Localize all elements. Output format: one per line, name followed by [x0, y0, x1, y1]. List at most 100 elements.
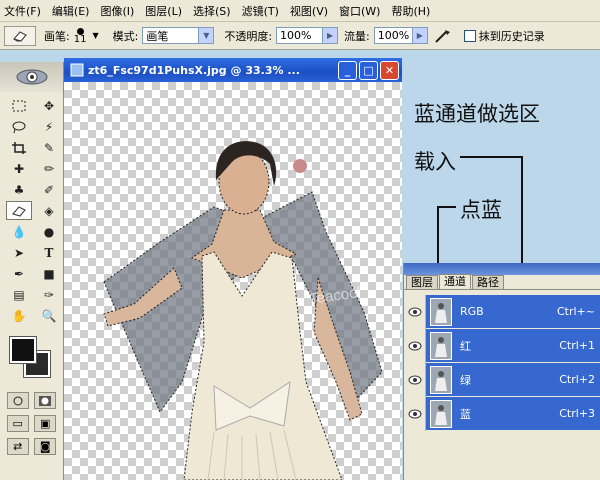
tool-preset-picker[interactable] — [4, 25, 36, 46]
magic-wand-tool-icon[interactable]: ⚡ — [36, 117, 62, 136]
options-bar: 画笔: 11 ▼ 模式: 画笔 ▼ 不透明度: 100% ▶ 流量: 100% … — [0, 22, 600, 50]
channel-name: 绿 — [460, 373, 471, 387]
mode-label: 模式: — [112, 29, 139, 43]
annotation-line-2: 载入 — [414, 150, 456, 174]
annotation-line-3: 点蓝 — [460, 198, 502, 222]
quick-mask-mode-button[interactable] — [34, 392, 57, 409]
marquee-tool-icon[interactable] — [6, 96, 32, 115]
airbrush-button[interactable] — [432, 26, 454, 46]
blur-tool-icon[interactable]: 💧 — [6, 222, 32, 241]
flow-label: 流量: — [344, 29, 370, 43]
eyedropper-tool-icon[interactable]: ✑ — [36, 285, 62, 304]
jump-to-imageready-button[interactable]: ⇄ — [6, 438, 29, 455]
maximize-button[interactable]: □ — [359, 60, 378, 80]
menu-image[interactable]: 图像(I) — [100, 3, 134, 19]
brush-size-preview[interactable]: 11 — [73, 27, 87, 45]
paint-bucket-tool-icon[interactable]: ◈ — [36, 201, 62, 220]
menu-view[interactable]: 视图(V) — [290, 3, 328, 19]
type-tool-icon[interactable]: T — [36, 243, 62, 262]
flow-field[interactable]: 100% ▶ — [373, 27, 428, 44]
channel-thumbnail — [430, 365, 452, 394]
screen-mode-full-button[interactable]: ◙ — [34, 438, 57, 455]
foreground-color-swatch[interactable] — [9, 336, 37, 364]
zoom-tool-icon[interactable]: 🔍 — [36, 306, 62, 325]
menu-select[interactable]: 选择(S) — [193, 3, 231, 19]
screen-mode-standard-button[interactable]: ▭ — [6, 415, 29, 432]
menu-window[interactable]: 窗口(W) — [339, 3, 380, 19]
channel-name: RGB — [460, 305, 484, 318]
erase-to-history-checkbox[interactable] — [463, 29, 476, 42]
menu-help[interactable]: 帮助(H) — [391, 3, 430, 19]
channel-thumbnail — [430, 297, 452, 326]
panel-tabs: 图层 通道 路径 — [404, 274, 600, 290]
mode-select[interactable]: 画笔 ▼ — [142, 27, 215, 44]
move-tool-icon[interactable]: ✥ — [36, 96, 62, 115]
menu-bar: 文件(F) 编辑(E) 图像(I) 图层(L) 选择(S) 滤镜(T) 视图(V… — [0, 0, 600, 22]
tab-channels[interactable]: 通道 — [439, 274, 471, 289]
channel-shortcut: Ctrl+3 — [559, 407, 595, 420]
document-title-bar[interactable]: zt6_Fsc97d1PuhsX.jpg @ 33.3% ... _ □ ✕ — [64, 58, 402, 82]
brush-dropdown-icon[interactable]: ▼ — [92, 31, 98, 40]
channel-thumbnail — [430, 331, 452, 360]
visibility-eye-icon[interactable] — [404, 295, 426, 329]
document-window: zt6_Fsc97d1PuhsX.jpg @ 33.3% ... _ □ ✕ T… — [64, 58, 402, 480]
menu-file[interactable]: 文件(F) — [4, 3, 41, 19]
notes-tool-icon[interactable]: ▤ — [6, 285, 32, 304]
photoshop-eye-icon — [16, 69, 47, 85]
close-button[interactable]: ✕ — [380, 60, 399, 80]
erase-to-history-label: 抹到历史记录 — [478, 29, 545, 43]
shape-tool-icon[interactable]: ■ — [36, 264, 62, 283]
visibility-eye-icon[interactable] — [404, 363, 426, 397]
standard-mode-button[interactable] — [6, 392, 29, 409]
pen-tool-icon[interactable]: ✒ — [6, 264, 32, 283]
menu-layer[interactable]: 图层(L) — [145, 3, 182, 19]
healing-brush-tool-icon[interactable]: ✚ — [6, 159, 32, 178]
menu-filter[interactable]: 滤镜(T) — [242, 3, 279, 19]
brush-label: 画笔: — [44, 29, 70, 43]
close-icon: ✕ — [384, 63, 395, 77]
visibility-eye-icon[interactable] — [404, 397, 426, 431]
tab-paths[interactable]: 路径 — [472, 275, 504, 289]
document-icon — [70, 63, 84, 77]
hand-tool-icon[interactable]: ✋ — [6, 306, 32, 325]
maximize-icon: □ — [363, 63, 374, 77]
visibility-eye-icon[interactable] — [404, 329, 426, 363]
channels-panel: 图层 通道 路径 RGB Ctrl+~ 红 Ctrl+1 绿 Ctrl+2 蓝 — [403, 263, 600, 480]
channel-row-rgb[interactable]: RGB Ctrl+~ — [404, 295, 600, 329]
document-title: zt6_Fsc97d1PuhsX.jpg @ 33.3% ... — [88, 63, 300, 77]
crop-tool-icon[interactable] — [6, 138, 32, 157]
menu-edit[interactable]: 编辑(E) — [52, 3, 90, 19]
brush-tool-icon[interactable]: ✏ — [36, 159, 62, 178]
image-canvas[interactable]: Teacool — [64, 82, 402, 480]
channel-shortcut: Ctrl+~ — [556, 305, 595, 318]
stamp-tool-icon[interactable]: ♣ — [6, 180, 32, 199]
lasso-tool-icon[interactable] — [6, 117, 32, 136]
history-brush-tool-icon[interactable]: ✐ — [36, 180, 62, 199]
color-swatches — [6, 335, 57, 389]
channel-shortcut: Ctrl+2 — [559, 373, 595, 386]
opacity-field[interactable]: 100% ▶ — [276, 27, 339, 44]
screen-mode-full-menu-button[interactable]: ▣ — [34, 415, 57, 432]
slice-tool-icon[interactable]: ✎ — [36, 138, 62, 157]
chevron-right-icon: ▶ — [322, 28, 338, 43]
annotation-line-1: 蓝通道做选区 — [414, 102, 540, 126]
flow-value: 100% — [377, 29, 410, 42]
eraser-icon — [13, 30, 27, 42]
channel-row-red[interactable]: 红 Ctrl+1 — [404, 329, 600, 363]
dodge-tool-icon[interactable]: ● — [36, 222, 62, 241]
channel-name: 蓝 — [460, 407, 471, 421]
toolbox-header[interactable] — [0, 62, 63, 92]
panel-title-bar[interactable] — [404, 263, 600, 275]
minimize-button[interactable]: _ — [338, 60, 357, 80]
channel-row-blue[interactable]: 蓝 Ctrl+3 — [404, 397, 600, 431]
toolbox: ✥ ⚡ ✎ ✚ ✏ ♣ ✐ ◈ 💧 ● ➤ T ✒ ■ ▤ ✑ ✋ 🔍 ▭ ▣ … — [0, 62, 64, 480]
channel-thumbnail — [430, 399, 452, 428]
tab-layers[interactable]: 图层 — [406, 275, 438, 289]
minimize-icon: _ — [344, 63, 351, 77]
brush-size-value: 11 — [73, 33, 87, 45]
channel-row-green[interactable]: 绿 Ctrl+2 — [404, 363, 600, 397]
eraser-tool-icon[interactable] — [6, 201, 32, 220]
path-selection-tool-icon[interactable]: ➤ — [6, 243, 32, 262]
opacity-label: 不透明度: — [224, 29, 273, 43]
airbrush-icon — [435, 29, 450, 43]
